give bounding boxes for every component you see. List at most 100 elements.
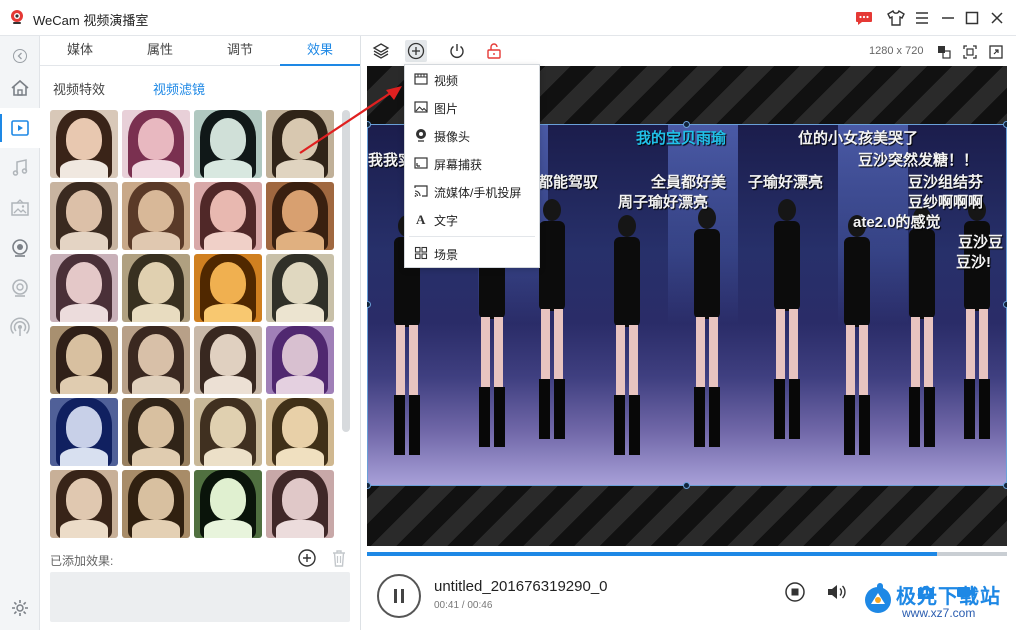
filter-thumbnail[interactable] bbox=[194, 470, 262, 538]
dancer-figure bbox=[903, 207, 941, 447]
rail-item-image[interactable] bbox=[0, 188, 40, 228]
danmu-comment: 全員都好美 bbox=[651, 174, 727, 191]
menu-icon[interactable] bbox=[912, 8, 932, 28]
filter-thumbnail[interactable] bbox=[50, 326, 118, 394]
add-circle-icon bbox=[407, 42, 425, 60]
filter-thumbnail[interactable] bbox=[122, 110, 190, 178]
filter-thumbnail[interactable] bbox=[50, 254, 118, 322]
stop-button[interactable] bbox=[783, 580, 807, 604]
filter-thumbnail[interactable] bbox=[266, 254, 334, 322]
filter-thumbnail[interactable] bbox=[194, 398, 262, 466]
filter-thumbnail[interactable] bbox=[122, 326, 190, 394]
pause-button[interactable] bbox=[377, 574, 421, 618]
resolution-label: 1280 x 720 bbox=[869, 45, 924, 57]
menu-item-video[interactable]: 视频 bbox=[405, 65, 539, 93]
menu-item-cast[interactable]: 流媒体/手机投屏 bbox=[405, 177, 539, 205]
video-icon bbox=[414, 72, 428, 86]
menu-item-label: 场景 bbox=[434, 248, 459, 262]
dancer-figure bbox=[838, 215, 876, 455]
watermark-url: www.xz7.com bbox=[902, 606, 976, 620]
text-icon: A bbox=[414, 212, 428, 226]
menu-item-label: 屏幕捕获 bbox=[434, 158, 483, 172]
menu-item-text[interactable]: A 文字 bbox=[405, 205, 539, 233]
panel-tabs: 媒体 属性 调节 效果 bbox=[40, 36, 361, 66]
filter-thumbnail[interactable] bbox=[194, 326, 262, 394]
resize-handle[interactable] bbox=[683, 482, 690, 489]
menu-item-label: 摄像头 bbox=[434, 130, 471, 144]
rail-item-video[interactable] bbox=[0, 108, 40, 148]
danmu-comment: 豆沙突然发糖！！ bbox=[858, 152, 979, 169]
layers-icon bbox=[372, 43, 390, 59]
resize-handle[interactable] bbox=[367, 482, 371, 489]
playback-time: 00:41 / 00:46 bbox=[434, 600, 493, 611]
rail-item-broadcast[interactable] bbox=[0, 308, 40, 348]
filter-thumbnail[interactable] bbox=[50, 110, 118, 178]
filter-thumbnail[interactable] bbox=[50, 182, 118, 250]
image-icon bbox=[414, 100, 428, 114]
menu-item-screen-capture[interactable]: 屏幕捕获 bbox=[405, 149, 539, 177]
home-icon bbox=[11, 79, 29, 96]
filter-thumbnail[interactable] bbox=[266, 398, 334, 466]
added-effects-label: 已添加效果: bbox=[50, 554, 114, 568]
filter-thumbnail[interactable] bbox=[194, 110, 262, 178]
tab-media[interactable]: 媒体 bbox=[40, 36, 120, 66]
filter-thumbnail[interactable] bbox=[50, 398, 118, 466]
minimize-icon[interactable] bbox=[938, 8, 958, 28]
filter-thumbnail[interactable] bbox=[266, 182, 334, 250]
resize-handle[interactable] bbox=[683, 121, 690, 128]
subtab-video-effects[interactable]: 视频特效 bbox=[53, 79, 105, 98]
filter-thumbnail[interactable] bbox=[122, 470, 190, 538]
add-effect-icon[interactable] bbox=[297, 548, 317, 568]
filter-thumbnail[interactable] bbox=[194, 182, 262, 250]
added-effects-list[interactable] bbox=[50, 572, 350, 622]
tab-effects[interactable]: 效果 bbox=[280, 36, 360, 66]
menu-item-label: 流媒体/手机投屏 bbox=[434, 186, 522, 200]
filter-thumbnail[interactable] bbox=[122, 398, 190, 466]
volume-button[interactable] bbox=[824, 580, 848, 604]
music-icon bbox=[12, 159, 28, 176]
broadcast-icon bbox=[10, 317, 30, 336]
rail-item-home[interactable] bbox=[0, 68, 40, 108]
resize-handle[interactable] bbox=[1003, 121, 1007, 128]
filter-thumbnail[interactable] bbox=[266, 326, 334, 394]
picture-icon bbox=[11, 199, 29, 216]
fit-screen-icon[interactable] bbox=[962, 44, 978, 60]
unlock-button[interactable] bbox=[483, 40, 505, 62]
menu-item-scene[interactable]: 场景 bbox=[405, 239, 539, 267]
menu-item-label: 文字 bbox=[434, 214, 459, 228]
tab-properties[interactable]: 属性 bbox=[120, 36, 200, 66]
filter-thumbnail[interactable] bbox=[50, 470, 118, 538]
filter-grid bbox=[50, 110, 336, 568]
rail-item-settings[interactable] bbox=[0, 588, 40, 628]
fullscreen-icon[interactable] bbox=[988, 44, 1004, 60]
power-button[interactable] bbox=[446, 40, 468, 62]
aspect-ratio-icon[interactable] bbox=[936, 44, 952, 60]
filter-thumbnail[interactable] bbox=[122, 254, 190, 322]
menu-item-webcam[interactable]: 摄像头 bbox=[405, 121, 539, 149]
filter-thumbnail[interactable] bbox=[194, 254, 262, 322]
add-source-menu: 视频 图片 摄像头 屏幕捕获 流媒体/手机投屏 A 文字 场景 bbox=[404, 64, 540, 268]
tab-adjust[interactable]: 调节 bbox=[200, 36, 280, 66]
filter-thumbnail[interactable] bbox=[122, 182, 190, 250]
add-source-button[interactable] bbox=[405, 40, 427, 62]
rail-item-audio[interactable] bbox=[0, 148, 40, 188]
menu-separator bbox=[409, 236, 535, 237]
subtab-video-filters[interactable]: 视频滤镜 bbox=[153, 79, 205, 98]
resize-handle[interactable] bbox=[1003, 482, 1007, 489]
layers-button[interactable] bbox=[370, 40, 392, 62]
close-icon[interactable] bbox=[987, 8, 1007, 28]
delete-effect-icon[interactable] bbox=[330, 548, 348, 568]
rail-item-camera[interactable] bbox=[0, 228, 40, 268]
skin-icon[interactable] bbox=[886, 8, 906, 28]
resize-handle[interactable] bbox=[1003, 301, 1007, 308]
chat-icon[interactable] bbox=[854, 8, 874, 28]
maximize-icon[interactable] bbox=[962, 8, 982, 28]
filter-thumbnail[interactable] bbox=[266, 470, 334, 538]
file-name: untitled_201676319290_0 bbox=[434, 578, 608, 595]
dancer-figure bbox=[768, 199, 806, 439]
menu-item-image[interactable]: 图片 bbox=[405, 93, 539, 121]
preview-toolbar: 1280 x 720 bbox=[362, 36, 1016, 66]
watermark: 极光下载站 www.xz7.com bbox=[858, 578, 1010, 626]
rail-item-camera-2[interactable] bbox=[0, 268, 40, 308]
filter-scrollbar[interactable] bbox=[342, 110, 350, 432]
